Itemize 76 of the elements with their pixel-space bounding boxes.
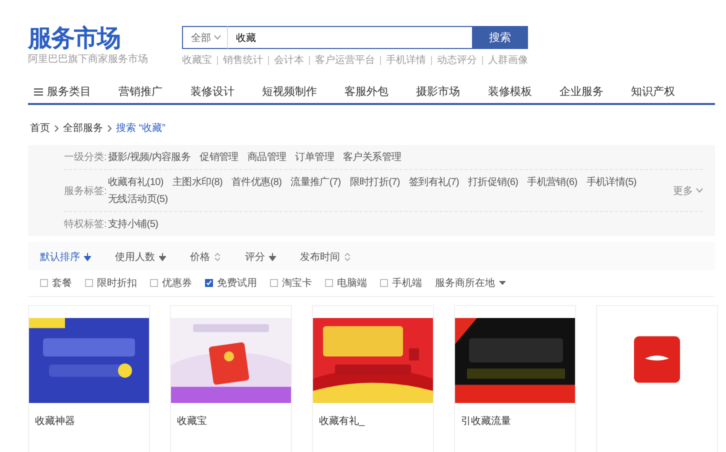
nav-link[interactable]: 营销推广 (118, 84, 163, 99)
filter-option[interactable]: 打折促销(6) (468, 175, 518, 189)
filter-checkbox[interactable]: 套餐 (40, 276, 72, 290)
filter-label: 特权标签: (64, 218, 108, 231)
service-card[interactable]: 收藏有礼_ (312, 305, 434, 452)
checkbox[interactable] (270, 279, 278, 287)
sort-option[interactable]: 评分 (245, 250, 276, 264)
chevron-icon (54, 124, 59, 132)
checkbox[interactable] (150, 279, 158, 287)
filter-option[interactable]: 促销管理 (200, 150, 238, 164)
filter-option[interactable]: 限时打折(7) (350, 175, 400, 189)
breadcrumb-link[interactable]: 搜索 “收藏” (116, 121, 166, 135)
filter-checkbox[interactable]: 限时折扣 (85, 276, 137, 290)
sort-option[interactable]: 价格 (190, 250, 221, 264)
card-title[interactable]: 收藏神器 (35, 415, 75, 428)
card-title[interactable]: 收藏有礼_ (319, 415, 365, 428)
nav-link[interactable]: 服务类目 (34, 84, 91, 99)
filter-checkbox[interactable]: 免费试用 (205, 276, 257, 290)
checkbox[interactable] (380, 279, 388, 287)
service-card[interactable]: 收藏宝 (170, 305, 292, 452)
filter-checkbox[interactable]: 手机端 (380, 276, 422, 290)
nav-link[interactable]: 装修设计 (190, 84, 234, 99)
service-card[interactable]: 收藏神器 (28, 305, 150, 452)
filter-label: 服务标签: (64, 184, 108, 198)
filter-option[interactable]: 客户关系管理 (343, 150, 402, 164)
filter-option[interactable]: 摄影/视频/内容服务 (108, 150, 191, 164)
card-title[interactable]: 引收藏流量 (461, 415, 511, 428)
breadcrumb-link[interactable]: 全部服务 (63, 121, 103, 135)
sort-icon (214, 253, 221, 261)
filter-option[interactable]: 首件优惠(8) (232, 175, 282, 189)
filter-option[interactable]: 支持小铺(5) (108, 217, 158, 231)
sort-icon (344, 253, 351, 261)
nav-link[interactable]: 装修模板 (488, 84, 532, 99)
sort-option[interactable]: 发布时间 (300, 250, 351, 264)
search-button[interactable]: 搜索 (472, 26, 528, 49)
logo-title[interactable]: 服务市场 (28, 26, 182, 52)
filter-option[interactable]: 商品管理 (247, 150, 286, 164)
filter-option[interactable]: 无线活动页(5) (108, 192, 168, 206)
service-card[interactable] (596, 305, 718, 452)
nav-link[interactable]: 摄影市场 (416, 84, 460, 99)
search-field[interactable]: 收藏 (228, 26, 472, 49)
nav-link[interactable]: 客服外包 (344, 84, 388, 99)
filter-option[interactable]: 收藏有礼(10) (108, 175, 164, 189)
filter-option[interactable]: 流量推广(7) (290, 175, 341, 189)
checkbox[interactable] (325, 279, 333, 287)
card-title[interactable]: 收藏宝 (177, 415, 207, 428)
caret-icon (214, 35, 221, 40)
breadcrumb-link[interactable]: 首页 (30, 121, 50, 135)
nav-link[interactable]: 知识产权 (631, 84, 675, 99)
sort-icon (159, 253, 166, 261)
filter-checkbox[interactable]: 优惠券 (150, 276, 192, 290)
caret-icon (499, 280, 506, 286)
nav-link[interactable]: 短视频制作 (262, 84, 317, 99)
scope-dropdown[interactable]: 全部 (182, 26, 228, 49)
location-dropdown[interactable]: 服务商所在地 (435, 276, 506, 290)
service-card[interactable]: 引收藏流量 (454, 305, 576, 452)
sort-option[interactable]: 默认排序 (40, 250, 91, 264)
chevron-icon (107, 124, 112, 132)
filter-label: 一级分类: (64, 150, 108, 164)
filter-checkbox[interactable]: 淘宝卡 (270, 276, 312, 290)
chevron-down-icon (696, 188, 703, 193)
nav-link[interactable]: 企业服务 (559, 84, 604, 99)
logo-subtitle: 阿里巴巴旗下商家服务市场 (28, 52, 149, 66)
menu-icon (34, 88, 43, 96)
sort-icon (269, 253, 276, 261)
sort-icon (84, 253, 91, 261)
checkbox[interactable] (85, 279, 93, 287)
filter-option[interactable]: 签到有礼(7) (408, 175, 460, 189)
filter-option[interactable]: 手机详情(5) (586, 175, 636, 189)
filter-option[interactable]: 主图水印(8) (172, 175, 223, 189)
checkbox[interactable] (40, 279, 48, 287)
filter-checkbox[interactable]: 电脑端 (325, 276, 367, 290)
checkbox[interactable] (205, 279, 213, 287)
sort-option[interactable]: 使用人数 (115, 250, 166, 264)
filter-option[interactable]: 手机营销(6) (527, 175, 578, 189)
filter-option[interactable]: 订单管理 (295, 150, 334, 164)
